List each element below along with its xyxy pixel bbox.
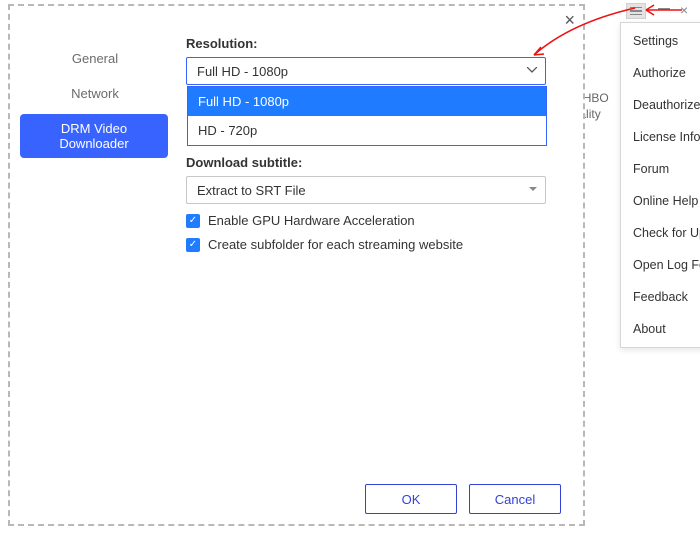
hamburger-icon[interactable] [626,3,646,19]
resolution-option[interactable]: Full HD - 1080p [188,87,546,116]
menu-item-deauthorize[interactable]: Deauthorize [621,89,700,121]
menu-item-license-info[interactable]: License Info [621,121,700,153]
close-icon[interactable]: × [564,10,575,31]
resolution-dropdown: Full HD - 1080p HD - 720p [187,86,547,146]
subtitle-label: Download subtitle: [186,155,561,170]
resolution-select[interactable]: Full HD - 1080p Full HD - 1080p HD - 720… [186,57,546,85]
settings-panel: Resolution: Full HD - 1080p Full HD - 10… [186,36,561,252]
settings-dialog: × General Network DRM Video Downloader R… [8,4,585,526]
menu-item-feedback[interactable]: Feedback [621,281,700,313]
resolution-option[interactable]: HD - 720p [188,116,546,145]
minimize-icon[interactable] [658,8,670,10]
sidebar-item-drm-downloader[interactable]: DRM Video Downloader [20,114,168,158]
resolution-value: Full HD - 1080p [197,64,288,79]
menu-item-check-updates[interactable]: Check for Updates [621,217,700,249]
sidebar: General Network DRM Video Downloader [10,44,180,164]
menu-item-online-help[interactable]: Online Help [621,185,700,217]
menu-item-settings[interactable]: Settings [621,25,700,57]
chevron-down-icon [529,187,537,192]
sidebar-item-network[interactable]: Network [22,79,168,108]
window-close-icon[interactable]: × [680,2,688,18]
menu-item-forum[interactable]: Forum [621,153,700,185]
app-menu: Settings Authorize Deauthorize License I… [620,22,700,348]
ok-button[interactable]: OK [365,484,457,514]
gpu-checkbox[interactable]: ✓ [186,214,200,228]
annotation-arrow [642,3,682,22]
menu-item-authorize[interactable]: Authorize [621,57,700,89]
menu-item-about[interactable]: About [621,313,700,345]
dialog-footer: OK Cancel [365,484,561,514]
resolution-label: Resolution: [186,36,561,51]
subfolder-checkbox[interactable]: ✓ [186,238,200,252]
subtitle-select[interactable]: Extract to SRT File [186,176,546,204]
subtitle-value: Extract to SRT File [197,183,306,198]
gpu-checkbox-label: Enable GPU Hardware Acceleration [208,213,415,228]
sidebar-item-general[interactable]: General [22,44,168,73]
chevron-down-icon [527,67,537,73]
subfolder-checkbox-label: Create subfolder for each streaming webs… [208,237,463,252]
menu-item-open-log[interactable]: Open Log Folder [621,249,700,281]
cancel-button[interactable]: Cancel [469,484,561,514]
